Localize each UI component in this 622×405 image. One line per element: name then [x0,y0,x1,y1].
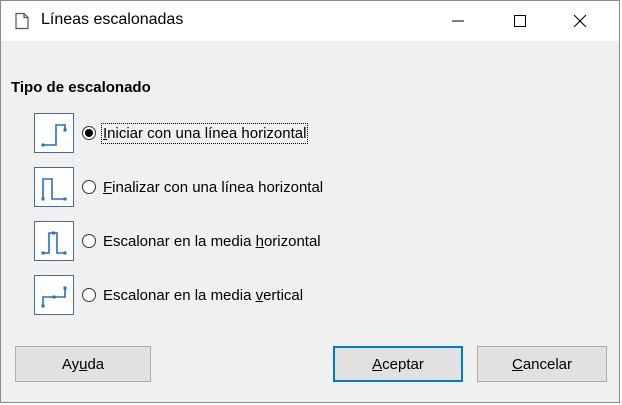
section-title: Tipo de escalonado [11,79,151,96]
maximize-icon [514,15,526,27]
option-end-horizontal[interactable]: Finalizar con una línea horizontal [34,165,324,209]
option-center-vertical[interactable]: Escalonar en la media vertical [34,273,304,317]
option-label[interactable]: Iniciar con una línea horizontal [100,122,309,144]
option-label[interactable]: Escalonar en la media horizontal [102,232,322,251]
window-title: Líneas escalonadas [41,11,184,28]
dialog-window: Líneas escalonadas Tipo de escalonado In… [0,0,620,403]
radio-center-horizontal[interactable] [82,234,96,248]
option-center-horizontal[interactable]: Escalonar en la media horizontal [34,219,322,263]
radio-start-horizontal[interactable] [82,126,96,140]
step-center-horizontal-icon[interactable] [34,221,74,261]
option-label[interactable]: Finalizar con una línea horizontal [102,178,324,197]
minimize-button[interactable] [435,1,481,41]
close-icon [573,14,587,28]
document-icon [13,12,31,30]
option-label[interactable]: Escalonar en la media vertical [102,286,304,305]
title-bar[interactable]: Líneas escalonadas [1,1,619,41]
radio-selected-dot [85,129,93,137]
minimize-icon [452,20,464,22]
maximize-button[interactable] [497,1,543,41]
option-start-horizontal[interactable]: Iniciar con una línea horizontal [34,111,309,155]
radio-center-vertical[interactable] [82,288,96,302]
help-button[interactable]: Ay u da [15,346,151,382]
close-button[interactable] [557,1,603,41]
cancel-button[interactable]: Cancelar [477,346,607,382]
radio-end-horizontal[interactable] [82,180,96,194]
step-start-horizontal-icon[interactable] [34,113,74,153]
step-end-horizontal-icon[interactable] [34,167,74,207]
ok-button[interactable]: Aceptar [333,346,463,382]
step-center-vertical-icon[interactable] [34,275,74,315]
